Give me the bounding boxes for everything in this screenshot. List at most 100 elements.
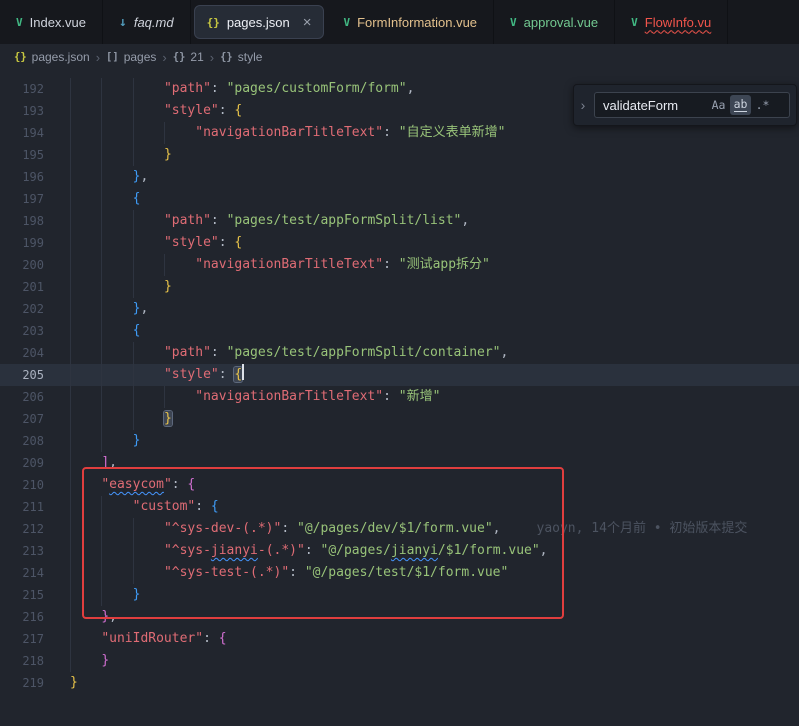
match-case-toggle[interactable]: Aa <box>708 95 729 115</box>
breadcrumb-item-style[interactable]: {}style <box>220 50 262 64</box>
line-number[interactable]: 209 <box>0 452 44 474</box>
code-line-210[interactable]: 210 "easycom": { <box>0 474 799 496</box>
token: "@/pages/test/$1/form.vue" <box>305 565 509 580</box>
token: "style" <box>164 235 219 250</box>
code-line-213[interactable]: 213 "^sys-jianyi-(.*)": "@/pages/jianyi/… <box>0 540 799 562</box>
line-number[interactable]: 198 <box>0 210 44 232</box>
tab-approval-vue[interactable]: Vapproval.vue <box>494 0 615 44</box>
indent-guide <box>101 408 132 430</box>
line-number[interactable]: 217 <box>0 628 44 650</box>
token: "^sys-dev-(.*)" <box>164 521 281 536</box>
chevron-right-icon[interactable]: › <box>576 97 590 113</box>
code-line-216[interactable]: 216 }, <box>0 606 799 628</box>
indent-guide <box>70 254 101 276</box>
code-line-207[interactable]: 207 } <box>0 408 799 430</box>
code-line-215[interactable]: 215 } <box>0 584 799 606</box>
indent-guide <box>70 628 101 650</box>
code-line-199[interactable]: 199 "style": { <box>0 232 799 254</box>
token: } <box>133 433 141 448</box>
tab-label: FlowInfo.vu <box>645 15 711 30</box>
tab-pages-json[interactable]: {}pages.json× <box>194 5 325 39</box>
line-number[interactable]: 218 <box>0 650 44 672</box>
code-line-205[interactable]: 205 "style": { <box>0 364 799 386</box>
line-number[interactable]: 197 <box>0 188 44 210</box>
code-text: } <box>70 144 799 166</box>
line-number[interactable]: 215 <box>0 584 44 606</box>
code-line-197[interactable]: 197 { <box>0 188 799 210</box>
line-number[interactable]: 216 <box>0 606 44 628</box>
line-number[interactable]: 200 <box>0 254 44 276</box>
code-line-212[interactable]: 212 "^sys-dev-(.*)": "@/pages/dev/$1/for… <box>0 518 799 540</box>
line-number[interactable]: 192 <box>0 78 44 100</box>
code-line-209[interactable]: 209 ], <box>0 452 799 474</box>
line-number[interactable]: 211 <box>0 496 44 518</box>
whole-word-toggle[interactable]: ab <box>730 95 751 115</box>
code-text: } <box>70 430 799 452</box>
indent-guide <box>70 584 101 606</box>
line-number[interactable]: 208 <box>0 430 44 452</box>
code-line-202[interactable]: 202 }, <box>0 298 799 320</box>
line-number[interactable]: 205 <box>0 364 44 386</box>
breadcrumb-item-pages.json[interactable]: {}pages.json <box>14 50 90 64</box>
breadcrumb: {}pages.json›[]pages›{}21›{}style <box>0 44 799 70</box>
tab-flowinfo-vu[interactable]: VFlowInfo.vu <box>615 0 728 44</box>
line-number[interactable]: 214 <box>0 562 44 584</box>
tab-faq-md[interactable]: ↓faq.md <box>103 0 191 44</box>
line-number[interactable]: 195 <box>0 144 44 166</box>
code-line-196[interactable]: 196 }, <box>0 166 799 188</box>
indent-guide <box>101 518 132 540</box>
code-line-211[interactable]: 211 "custom": { <box>0 496 799 518</box>
token: , <box>109 609 117 624</box>
indent-guide <box>133 210 164 232</box>
code-line-219[interactable]: 219} <box>0 672 799 694</box>
indent-guide <box>133 78 164 100</box>
tab-forminformation-vue[interactable]: VFormInformation.vue <box>327 0 494 44</box>
indent-guide <box>101 342 132 364</box>
line-number[interactable]: 202 <box>0 298 44 320</box>
find-input[interactable] <box>603 98 707 113</box>
indent-guide <box>70 408 101 430</box>
code-line-200[interactable]: 200 "navigationBarTitleText": "测试app拆分" <box>0 254 799 276</box>
indent-guide <box>70 386 101 408</box>
line-number[interactable]: 193 <box>0 100 44 122</box>
code-line-195[interactable]: 195 } <box>0 144 799 166</box>
line-number[interactable]: 194 <box>0 122 44 144</box>
fold-gutter <box>44 584 70 606</box>
code-line-198[interactable]: 198 "path": "pages/test/appFormSplit/lis… <box>0 210 799 232</box>
code-line-208[interactable]: 208 } <box>0 430 799 452</box>
line-number[interactable]: 196 <box>0 166 44 188</box>
regex-toggle[interactable]: .* <box>752 95 773 115</box>
indent-guide <box>133 276 164 298</box>
code-line-204[interactable]: 204 "path": "pages/test/appFormSplit/con… <box>0 342 799 364</box>
code-line-203[interactable]: 203 { <box>0 320 799 342</box>
code-line-206[interactable]: 206 "navigationBarTitleText": "新增" <box>0 386 799 408</box>
token: { <box>234 367 242 382</box>
code-line-218[interactable]: 218 } <box>0 650 799 672</box>
token: : <box>219 103 235 118</box>
code-line-214[interactable]: 214 "^sys-test-(.*)": "@/pages/test/$1/f… <box>0 562 799 584</box>
close-icon[interactable]: × <box>303 15 312 30</box>
breadcrumb-item-21[interactable]: {}21 <box>173 50 204 64</box>
tab-index-vue[interactable]: VIndex.vue <box>0 0 103 44</box>
breadcrumb-label: style <box>238 50 263 64</box>
line-number[interactable]: 199 <box>0 232 44 254</box>
line-number[interactable]: 206 <box>0 386 44 408</box>
indent-guide <box>101 122 132 144</box>
code-text: "path": "pages/test/appFormSplit/list", <box>70 210 799 232</box>
text-cursor <box>242 364 244 380</box>
line-number[interactable]: 201 <box>0 276 44 298</box>
line-number[interactable]: 210 <box>0 474 44 496</box>
line-number[interactable]: 203 <box>0 320 44 342</box>
line-number[interactable]: 204 <box>0 342 44 364</box>
line-number[interactable]: 213 <box>0 540 44 562</box>
line-number[interactable]: 219 <box>0 672 44 694</box>
code-line-217[interactable]: 217 "uniIdRouter": { <box>0 628 799 650</box>
code-line-201[interactable]: 201 } <box>0 276 799 298</box>
token: "path" <box>164 81 211 96</box>
indent-guide <box>70 320 101 342</box>
line-number[interactable]: 207 <box>0 408 44 430</box>
line-number[interactable]: 212 <box>0 518 44 540</box>
editor-pane[interactable]: 192 "path": "pages/customForm/form",193 … <box>0 70 799 726</box>
breadcrumb-label: pages.json <box>32 50 90 64</box>
breadcrumb-item-pages[interactable]: []pages <box>106 50 156 64</box>
